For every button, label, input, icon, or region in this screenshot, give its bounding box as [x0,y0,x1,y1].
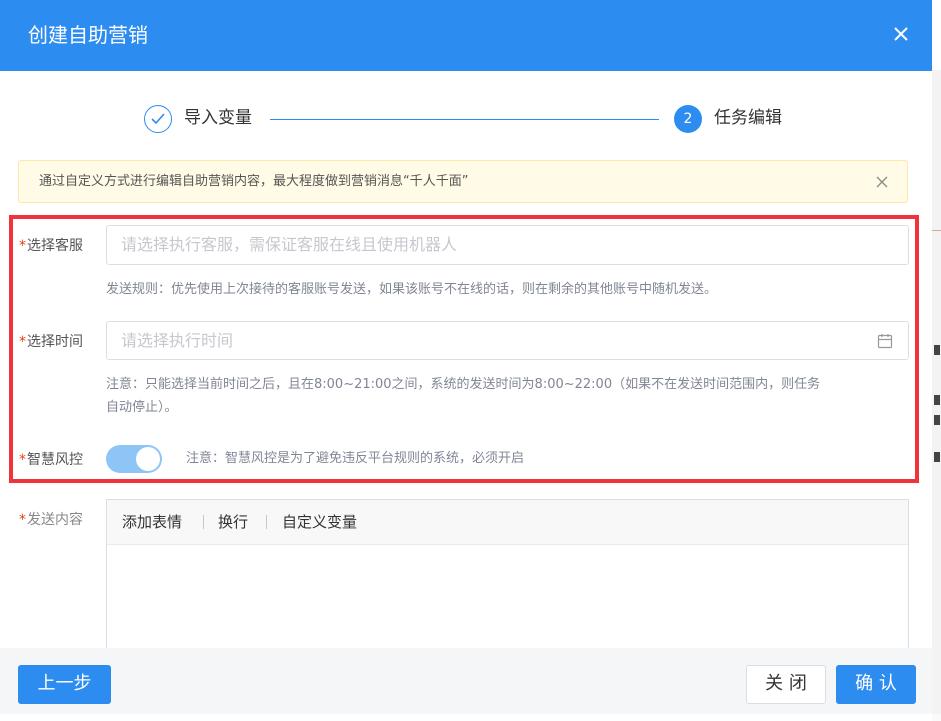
background-text-fragment [934,452,940,462]
agent-hint: 发送规则：优先使用上次接待的客服账号发送，如果该账号不在线的话，则在剩余的其他账… [106,282,718,297]
check-icon [151,113,165,125]
background-divider [932,230,941,231]
dialog-footer: 上一步 关 闭 确 认 [0,648,932,714]
agent-label: *选择客服 [19,238,83,254]
background-page-edge [932,70,941,721]
step-2-circle: 2 [674,105,702,133]
prev-step-button[interactable]: 上一步 [18,665,111,704]
editor-toolbar: 添加表情 换行 自定义变量 [107,500,908,545]
line-break-button[interactable]: 换行 [218,512,248,532]
add-emoji-button[interactable]: 添加表情 [122,512,182,532]
agent-placeholder: 请选择执行客服，需保证客服在线且使用机器人 [121,235,458,254]
toolbar-divider [203,515,204,529]
background-text-fragment [934,345,940,355]
create-marketing-dialog: 创建自助营销 导入变量 2 任务编辑 通过自定义方式进行编辑自助营销内容，最大程… [0,0,932,721]
close-icon [876,176,888,188]
calendar-icon [877,334,893,349]
content-label: *发送内容 [19,512,83,528]
time-hint-line-1: 注意：只能选择当前时间之后，且在8:00~21:00之间，系统的发送时间为8:0… [106,377,821,392]
alert-text: 通过自定义方式进行编辑自助营销内容，最大程度做到营销消息“千人千面” [39,174,469,189]
dialog-title: 创建自助营销 [28,23,148,47]
switch-knob [136,447,160,471]
step-1-label: 导入变量 [184,108,252,128]
step-connector [270,119,659,120]
time-picker[interactable]: 请选择执行时间 [106,321,909,360]
time-label: *选择时间 [19,334,83,350]
step-2-label: 任务编辑 [714,108,782,128]
close-button[interactable]: 关 闭 [746,665,826,704]
background-text-fragment [934,395,940,405]
time-placeholder: 请选择执行时间 [121,331,234,350]
time-hint-line-2: 自动停止）。 [106,400,178,415]
info-alert: 通过自定义方式进行编辑自助营销内容，最大程度做到营销消息“千人千面” [18,160,908,203]
custom-variable-button[interactable]: 自定义变量 [282,512,357,532]
toolbar-divider [266,515,267,529]
agent-select[interactable]: 请选择执行客服，需保证客服在线且使用机器人 [106,225,909,265]
close-dialog-button[interactable] [884,16,918,52]
risk-control-label: *智慧风控 [19,452,83,468]
steps-indicator: 导入变量 2 任务编辑 [0,96,932,142]
risk-control-hint: 注意：智慧风控是为了避免违反平台规则的系统，必须开启 [186,451,525,466]
content-editor[interactable]: 添加表情 换行 自定义变量 [106,499,909,659]
dialog-header: 创建自助营销 [0,0,932,71]
step-1-circle [144,105,172,133]
background-text-fragment [934,415,940,425]
close-icon [894,27,908,41]
alert-close-button[interactable] [874,174,890,190]
risk-control-switch[interactable] [106,445,162,473]
confirm-button[interactable]: 确 认 [836,665,916,704]
